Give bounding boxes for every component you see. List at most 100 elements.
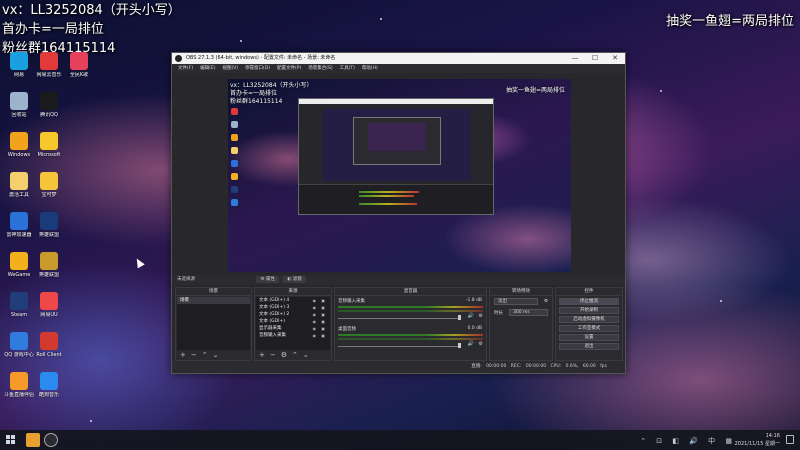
desktop-icon-label: 英雄联盟 (38, 232, 59, 238)
visibility-lock-icons[interactable]: ◉ ▣ (312, 304, 327, 311)
menu-help[interactable]: 帮助(H) (362, 64, 378, 73)
window-controls: — ☐ ✕ (565, 53, 625, 64)
source-item[interactable]: 文本 (GDI+) 3 ◉ ▣ (256, 304, 330, 311)
gear-icon[interactable]: ⚙ (281, 350, 287, 360)
close-button[interactable]: ✕ (605, 53, 625, 64)
up-icon[interactable]: ⌃ (292, 350, 298, 360)
remove-icon[interactable]: − (270, 350, 276, 360)
filters-button[interactable]: ◐ 滤镜 (283, 276, 306, 283)
menu-edit[interactable]: 编辑(E) (200, 64, 215, 73)
menu-scene-collection[interactable]: 场景集合(S) (308, 64, 332, 73)
start-recording-button[interactable]: 开始录制 (559, 307, 619, 314)
stream-overlay-right: 抽奖一鱼翅=两局排位 (666, 14, 794, 29)
windows-start-icon[interactable] (6, 435, 15, 444)
desktop-icon[interactable]: 网易UU (32, 292, 66, 318)
mixer-panel: 混音器 音频输入采集 -1.8 dB 🔊 ⚙ 桌面音频 0.0 dB 🔊 ⚙ (334, 287, 487, 361)
maximize-button[interactable]: ☐ (585, 53, 605, 64)
desktop-icon[interactable]: QQ 游戏中心 (2, 332, 36, 358)
stop-streaming-button[interactable]: 停止推流 (559, 298, 619, 305)
volume-fader[interactable] (338, 343, 461, 348)
nested-meter (359, 203, 417, 205)
sources-header: 来源 (255, 288, 331, 296)
source-name: 音频输入采集 (259, 333, 286, 338)
gear-icon[interactable]: ⚙ (479, 341, 483, 347)
remove-icon[interactable]: − (191, 350, 197, 360)
taskbar-app-icon[interactable] (26, 433, 40, 447)
visibility-lock-icons[interactable]: ◉ ▣ (312, 332, 327, 339)
visibility-lock-icons[interactable]: ◉ ▣ (312, 311, 327, 318)
minimize-button[interactable]: — (565, 53, 585, 64)
taskbar-clock[interactable]: 14:16 2021/11/15 星期一 (735, 432, 780, 448)
source-item[interactable]: 文本 (GDI+) ◉ ▣ (256, 318, 330, 325)
star (240, 40, 242, 42)
source-name: 文本 (GDI+) 4 (259, 298, 290, 303)
gear-icon[interactable]: ⚙ (544, 299, 548, 304)
menu-docks[interactable]: 停靠窗口(D) (245, 64, 270, 73)
virtual-camera-button[interactable]: 启动虚拟摄像机 (559, 316, 619, 323)
desktop-icon[interactable]: 宝可梦 (32, 172, 66, 198)
duration-label: 时长 (494, 310, 503, 316)
desktop-icon[interactable]: 腾讯QQ (32, 92, 66, 118)
desktop-icon[interactable]: 雷神加速器 (2, 212, 36, 238)
fader-knob[interactable] (458, 343, 461, 348)
source-item[interactable]: 文本 (GDI+) 2 ◉ ▣ (256, 311, 330, 318)
nested-meter (359, 195, 414, 197)
sources-list: 文本 (GDI+) 4 ◉ ▣ 文本 (GDI+) 3 ◉ ▣ 文本 (GDI+) 2 ◉… (256, 297, 330, 350)
menu-view[interactable]: 视图(V) (222, 64, 238, 73)
desktop-icon[interactable]: Steam (2, 292, 36, 318)
desktop-icon[interactable]: 激活工具 (2, 172, 36, 198)
menu-tools[interactable]: 工具(T) (340, 64, 355, 73)
desktop-icon[interactable]: Windows (2, 132, 36, 158)
desktop-icon-label: 激活工具 (8, 192, 29, 198)
desktop-icon[interactable]: 网易 (2, 52, 36, 78)
star (380, 18, 382, 20)
visibility-lock-icons[interactable]: ◉ ▣ (312, 325, 327, 332)
visibility-lock-icons[interactable]: ◉ ▣ (312, 318, 327, 325)
source-item[interactable]: 文本 (GDI+) 4 ◉ ▣ (256, 297, 330, 304)
down-icon[interactable]: ⌄ (213, 350, 219, 360)
obs-taskbar-icon[interactable] (44, 433, 58, 447)
desktop-icon[interactable]: 网易云音乐 (32, 52, 66, 78)
controls-header: 控件 (556, 288, 622, 296)
menu-profile[interactable]: 配置文件(P) (277, 64, 301, 73)
down-icon[interactable]: ⌄ (303, 350, 309, 360)
app-icon (40, 132, 58, 150)
add-icon[interactable]: + (259, 350, 265, 360)
obs-title-bar[interactable]: OBS 27.1.3 (64-bit, windows) - 配置文件: 未命名… (172, 53, 625, 64)
desktop-icon[interactable]: WeGame (2, 252, 36, 278)
source-item[interactable]: 音频输入采集 ◉ ▣ (256, 332, 330, 339)
system-tray[interactable]: ⌃ ⊡ ◧ 🔊 中 ▦ (640, 436, 736, 446)
desktop-icon-label: 腾讯QQ (40, 112, 58, 118)
fader-knob[interactable] (458, 315, 461, 320)
desktop-icon[interactable]: 酷狗音乐 (32, 372, 66, 398)
exit-button[interactable]: 退出 (559, 343, 619, 350)
visibility-lock-icons[interactable]: ◉ ▣ (312, 297, 327, 304)
menu-file[interactable]: 文件(F) (178, 64, 193, 73)
studio-mode-button[interactable]: 工作室模式 (559, 325, 619, 332)
properties-button[interactable]: ⚙ 属性 (256, 276, 279, 283)
desktop-icon[interactable]: 全民K歌 (62, 52, 96, 78)
volume-fader[interactable] (338, 315, 461, 320)
desktop-icon[interactable]: Roll Client (32, 332, 66, 358)
preview-app-icon (231, 160, 238, 167)
scenes-panel: 场景 场景 + − ⌃ ⌄ (175, 287, 252, 361)
settings-button[interactable]: 设置 (559, 334, 619, 341)
add-icon[interactable]: + (180, 350, 186, 360)
desktop-icon[interactable]: 英雄联盟 (32, 252, 66, 278)
preview-canvas[interactable]: vx：LL3252084（开头小写） 首办卡=一局排位 粉丝群164115114… (228, 79, 571, 272)
desktop-icon[interactable]: 英雄联盟 (32, 212, 66, 238)
gear-icon[interactable]: ⚙ (479, 313, 483, 319)
transition-select[interactable]: 淡出 (494, 298, 538, 305)
scene-item[interactable]: 场景 (177, 297, 250, 304)
desktop-icon[interactable]: 斗鱼直播伴侣 (2, 372, 36, 398)
up-icon[interactable]: ⌃ (202, 350, 208, 360)
duration-input[interactable]: 300 ms (509, 309, 548, 316)
overlay-line-1: vx：LL3252084（开头小写） (2, 3, 181, 18)
notification-icon[interactable] (786, 435, 794, 444)
preview-app-icon (231, 134, 238, 141)
speaker-icon[interactable]: 🔊 (468, 341, 474, 347)
source-item[interactable]: 显示器采集 ◉ ▣ (256, 325, 330, 332)
desktop-icon[interactable]: 回收站 (2, 92, 36, 118)
desktop-icon[interactable]: Microsoft (32, 132, 66, 158)
speaker-icon[interactable]: 🔊 (468, 313, 474, 319)
